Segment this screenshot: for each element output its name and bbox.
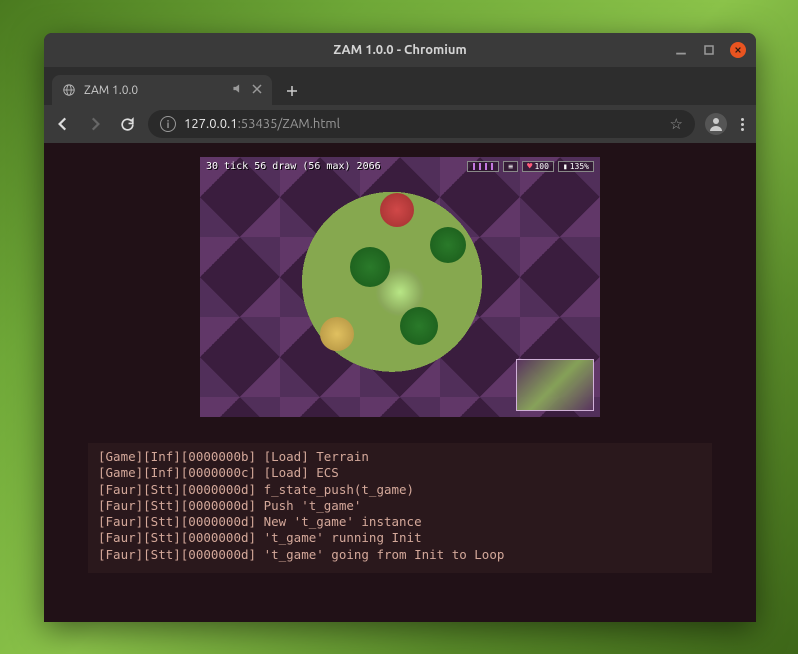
reload-button[interactable] [116,113,138,135]
browser-tab[interactable]: ZAM 1.0.0 [52,75,272,105]
browser-menu-button[interactable] [737,118,748,131]
hud-bars-icon-2: ≡ [503,161,518,172]
hud-debug-text: 30 tick 56 draw (56 max) 2066 [206,161,381,172]
new-tab-button[interactable] [278,77,306,105]
back-button[interactable] [52,113,74,135]
minimap [516,359,594,411]
browser-toolbar: i 127.0.0.1:53435/ZAM.html ☆ [44,105,756,143]
game-sprite [320,317,354,351]
tab-title: ZAM 1.0.0 [84,84,223,97]
maximize-button[interactable] [702,43,716,57]
window-titlebar[interactable]: ZAM 1.0.0 - Chromium [44,33,756,67]
site-info-icon[interactable]: i [160,116,176,132]
page-viewport: 30 tick 56 draw (56 max) 2066 ≡ ♥100 ▮ 1… [44,143,756,622]
hud-energy: ▮ 135% [558,161,594,172]
tab-close-icon[interactable] [252,83,262,97]
bookmark-icon[interactable]: ☆ [670,115,683,133]
browser-window: ZAM 1.0.0 - Chromium ZAM 1.0.0 [44,33,756,622]
window-title: ZAM 1.0.0 - Chromium [44,43,756,57]
game-sprite [350,247,390,287]
hud-bars-icon [467,161,499,172]
profile-avatar[interactable] [705,113,727,135]
console-output[interactable]: [Game][Inf][0000000b] [Load] Terrain [Ga… [88,443,712,573]
window-controls [674,42,746,58]
heart-icon: ♥ [527,162,532,172]
url-text: 127.0.0.1:53435/ZAM.html [184,117,662,131]
mute-icon[interactable] [231,82,244,98]
game-sprite [400,307,438,345]
hud-status-bar: ≡ ♥100 ▮ 135% [467,161,594,172]
globe-icon [62,83,76,97]
game-canvas[interactable]: 30 tick 56 draw (56 max) 2066 ≡ ♥100 ▮ 1… [200,157,600,417]
forward-button[interactable] [84,113,106,135]
minimize-button[interactable] [674,43,688,57]
hud-hp: ♥100 [522,161,554,172]
address-bar[interactable]: i 127.0.0.1:53435/ZAM.html ☆ [148,110,695,138]
game-sprite [430,227,466,263]
tab-strip: ZAM 1.0.0 [44,67,756,105]
close-button[interactable] [730,42,746,58]
game-sprite [380,193,414,227]
